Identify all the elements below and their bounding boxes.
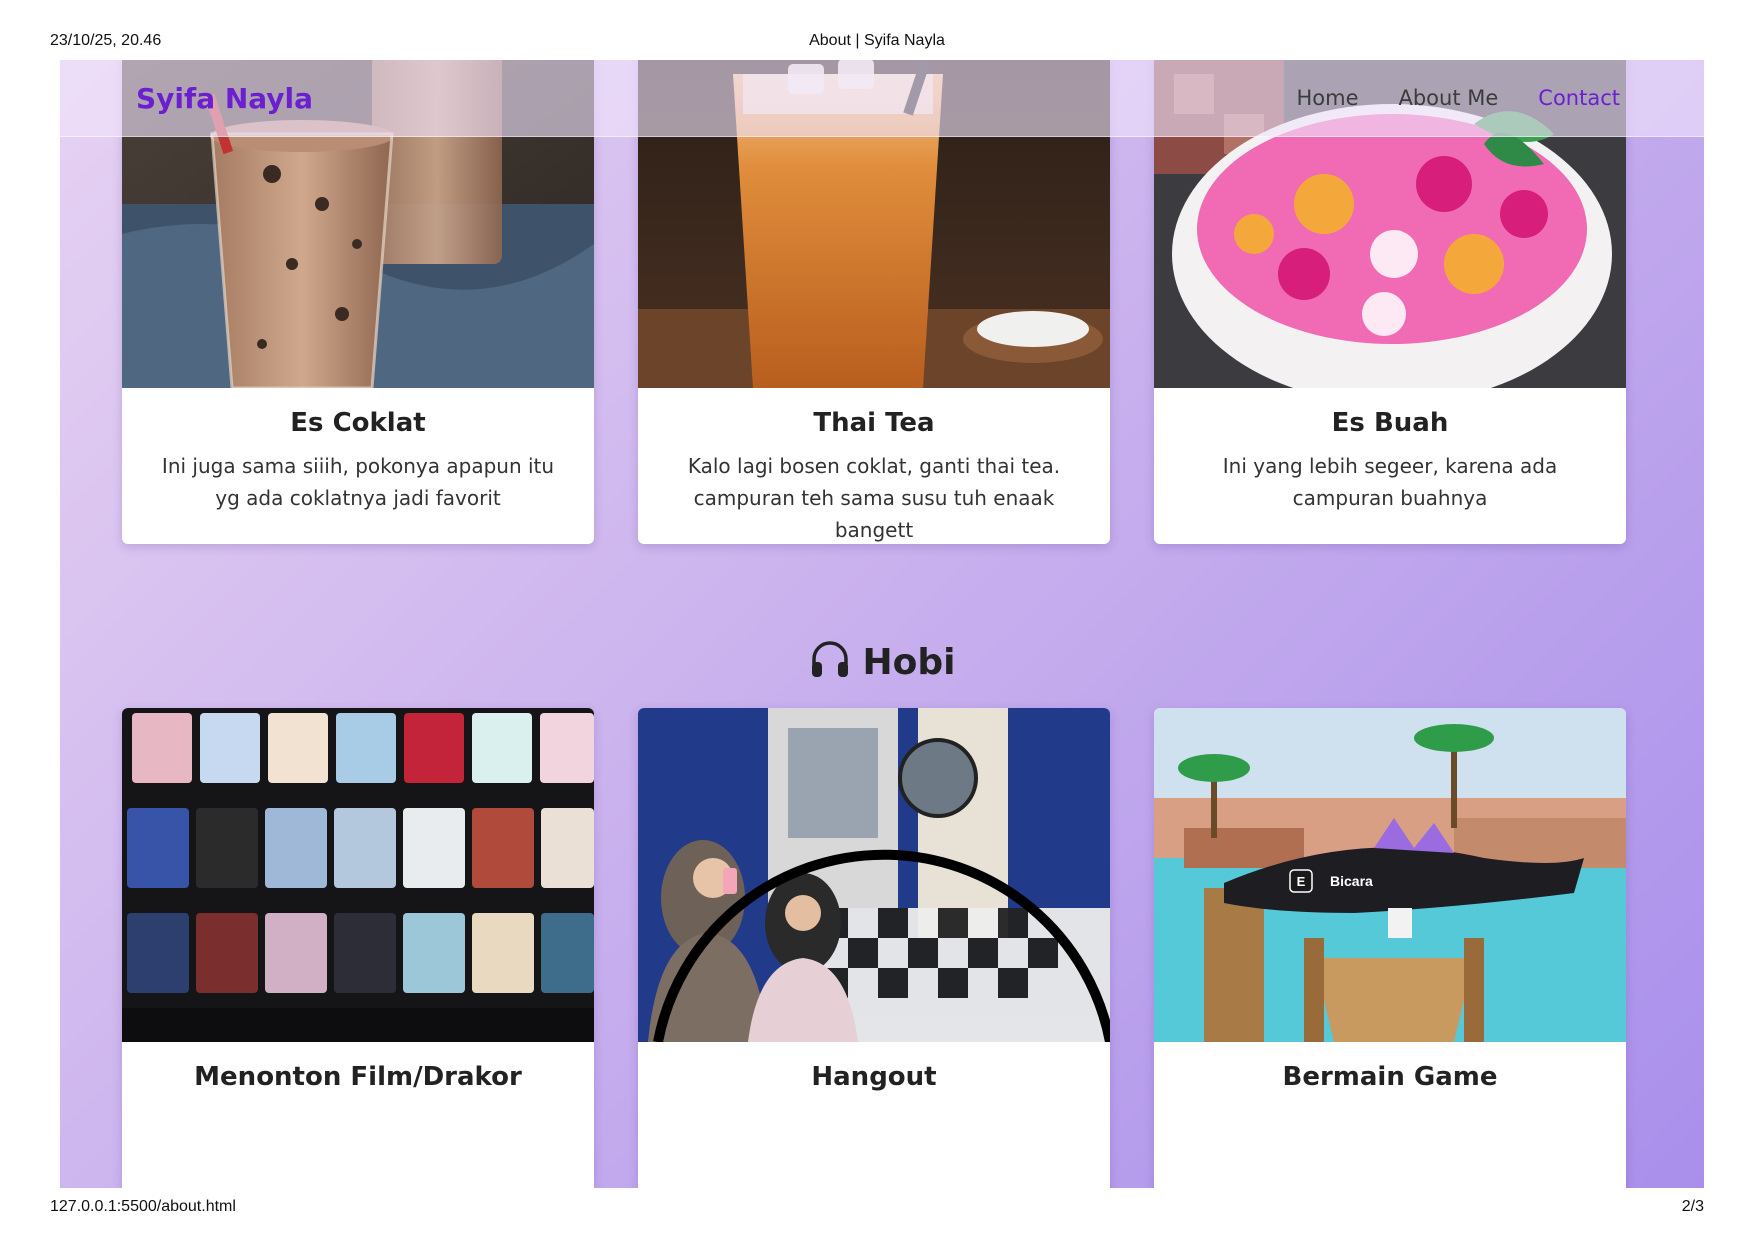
print-header: 23/10/25, 20.46 About | Syifa Nayla [50, 32, 1704, 54]
hobby-image-movies [122, 708, 594, 1042]
photobooth-image [638, 708, 1110, 1042]
headphones-icon [809, 638, 851, 689]
nav-links: Home About Me Contact [1296, 86, 1620, 110]
favorite-description: Ini yang lebih segeer, karena ada campur… [1222, 454, 1558, 510]
favorite-title: Thai Tea [813, 408, 935, 438]
print-footer: 127.0.0.1:5500/about.html 2/3 [50, 1198, 1704, 1220]
page-viewport: Syifa Nayla Home About Me Contact Es Cok… [60, 60, 1704, 1188]
movie-posters-image [122, 708, 594, 1042]
nav-link-contact[interactable]: Contact [1538, 86, 1620, 110]
hobby-title: Menonton Film/Drakor [194, 1062, 522, 1092]
brand-logo[interactable]: Syifa Nayla [136, 82, 313, 115]
hobby-card: Hangout [638, 708, 1110, 1188]
hobby-card: E Bicara Bermain Game [1154, 708, 1626, 1188]
hobby-image-hangout [638, 708, 1110, 1042]
game-scene-image: E Bicara [1154, 708, 1626, 1042]
section-title-text: Hobi [862, 642, 956, 683]
interact-key: E [1297, 874, 1306, 889]
favorite-title: Es Buah [1331, 408, 1449, 438]
print-url: 127.0.0.1:5500/about.html [50, 1198, 236, 1215]
favorite-description: Kalo lagi bosen coklat, ganti thai tea. … [687, 454, 1061, 542]
favorite-description: Ini juga sama siiih, pokonya apapun itu … [161, 454, 555, 510]
print-page-number: 2/3 [1681, 1198, 1704, 1215]
print-title: About | Syifa Nayla [809, 32, 945, 49]
favorite-title: Es Coklat [290, 408, 426, 438]
nav-link-home[interactable]: Home [1296, 86, 1358, 110]
section-title-hobi: Hobi [60, 638, 1704, 689]
hobby-card: Menonton Film/Drakor [122, 708, 594, 1188]
hobby-title: Hangout [811, 1062, 937, 1092]
interact-label: Bicara [1330, 873, 1373, 889]
interact-prompt[interactable]: E Bicara [1289, 869, 1373, 893]
hobby-title: Bermain Game [1282, 1062, 1498, 1092]
nav-link-about[interactable]: About Me [1398, 86, 1498, 110]
navbar: Syifa Nayla Home About Me Contact [60, 60, 1704, 137]
hobby-image-game: E Bicara [1154, 708, 1626, 1042]
